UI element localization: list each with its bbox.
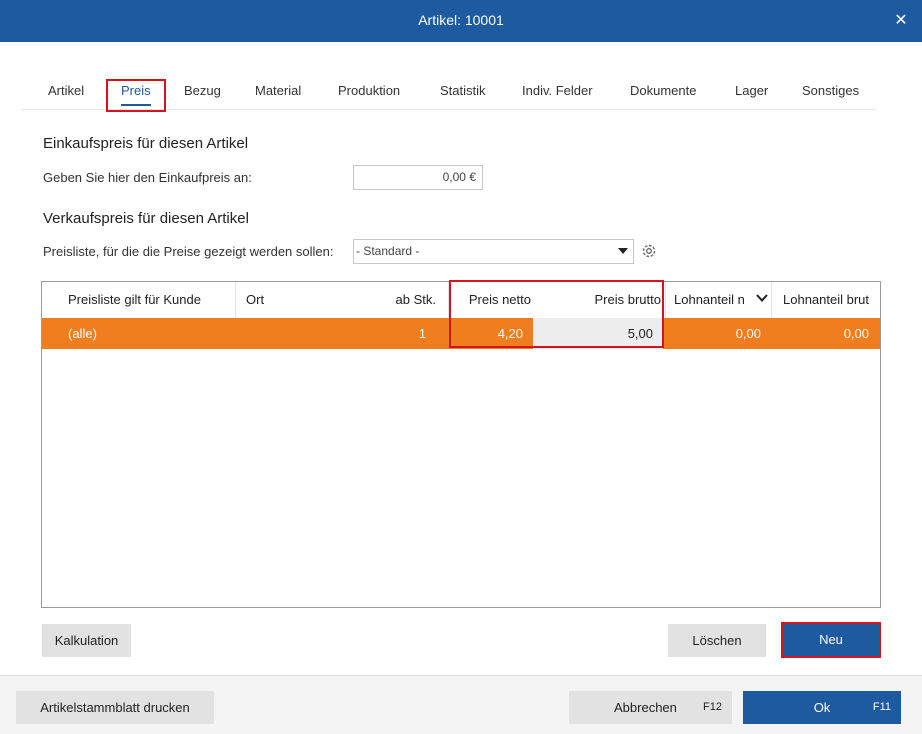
chevron-down-icon: [618, 248, 628, 254]
tab-bar: Artikel Preis Bezug Material Produktion …: [22, 72, 876, 110]
cell-ort[interactable]: [246, 318, 366, 349]
col-header-preis-netto[interactable]: Preis netto: [452, 282, 531, 318]
col-header-kunde[interactable]: Preisliste gilt für Kunde: [68, 282, 233, 318]
preisliste-select-value: - Standard -: [356, 244, 420, 258]
tab-indiv-felder[interactable]: Indiv. Felder: [522, 72, 593, 110]
cell-lohn-netto[interactable]: 0,00: [665, 318, 761, 349]
grid-header: Preisliste gilt für Kunde Ort ab Stk. Pr…: [42, 282, 880, 318]
cell-kunde[interactable]: (alle): [68, 318, 233, 349]
preisliste-label: Preisliste, für die die Preise gezeigt w…: [43, 244, 334, 259]
tab-produktion[interactable]: Produktion: [338, 72, 400, 110]
cell-lohn-brutto[interactable]: 0,00: [771, 318, 869, 349]
title-bar: Artikel: 10001 ✕: [0, 0, 922, 42]
cell-preis-netto[interactable]: 4,20: [450, 318, 523, 349]
tab-sonstiges[interactable]: Sonstiges: [802, 72, 859, 110]
abbrechen-shortcut: F12: [703, 701, 722, 713]
preisliste-select[interactable]: - Standard -: [353, 239, 634, 264]
gear-icon[interactable]: [640, 242, 658, 260]
col-header-lohn-brutto[interactable]: Lohnanteil brut: [783, 282, 880, 318]
tab-bezug[interactable]: Bezug: [184, 72, 221, 110]
tab-dokumente[interactable]: Dokumente: [630, 72, 696, 110]
abbrechen-button[interactable]: Abbrechen F12: [569, 691, 732, 724]
artikelstammblatt-drucken-button[interactable]: Artikelstammblatt drucken: [16, 691, 214, 724]
ok-button[interactable]: Ok F11: [743, 691, 901, 724]
chevron-down-icon[interactable]: [756, 293, 768, 303]
kalkulation-button[interactable]: Kalkulation: [42, 624, 131, 657]
verkauf-heading: Verkaufspreis für diesen Artikel: [43, 210, 249, 227]
table-row[interactable]: (alle) 1 4,20 5,00 0,00 0,00: [42, 318, 880, 349]
neu-button[interactable]: Neu: [783, 624, 879, 656]
tab-material[interactable]: Material: [255, 72, 301, 110]
tab-statistik[interactable]: Statistik: [440, 72, 486, 110]
einkaufspreis-input[interactable]: 0,00 €: [353, 165, 483, 190]
tab-artikel[interactable]: Artikel: [48, 72, 84, 110]
tab-lager[interactable]: Lager: [735, 72, 768, 110]
cell-preis-brutto[interactable]: 5,00: [533, 318, 663, 349]
tab-preis[interactable]: Preis: [121, 72, 151, 110]
col-header-preis-brutto[interactable]: Preis brutto: [537, 282, 661, 318]
ok-shortcut: F11: [872, 701, 891, 713]
einkauf-label: Geben Sie hier den Einkaufpreis an:: [43, 170, 252, 185]
close-icon[interactable]: ✕: [880, 0, 922, 42]
cell-ab-stk[interactable]: 1: [372, 318, 426, 349]
window-title: Artikel: 10001: [418, 12, 504, 28]
col-header-ort[interactable]: Ort: [246, 282, 366, 318]
loeschen-button[interactable]: Löschen: [668, 624, 766, 657]
price-grid: Preisliste gilt für Kunde Ort ab Stk. Pr…: [41, 281, 881, 608]
einkauf-heading: Einkaufspreis für diesen Artikel: [43, 135, 249, 152]
abbrechen-label: Abbrechen: [614, 700, 677, 715]
col-header-lohn-netto[interactable]: Lohnanteil n: [674, 282, 754, 318]
ok-label: Ok: [813, 700, 831, 715]
col-header-ab-stk[interactable]: ab Stk.: [372, 282, 436, 318]
